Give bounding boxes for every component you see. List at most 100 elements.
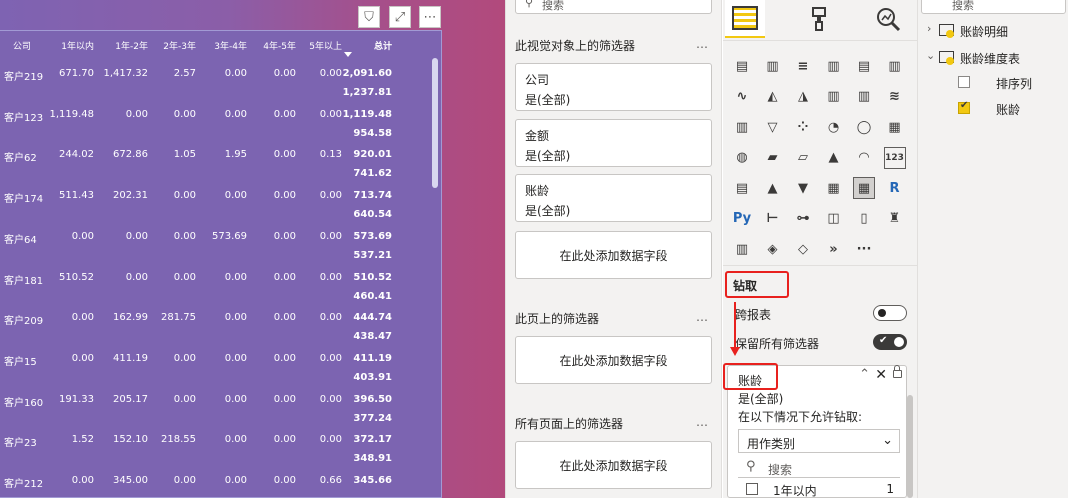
focus-mode-icon[interactable]: ⤢	[389, 6, 411, 28]
table-row[interactable]: 客户64 0.00 0.00 0.00 573.69 0.00 0.00 573.69 537.…	[0, 230, 440, 270]
column-header[interactable]: 公司	[13, 39, 31, 53]
multi-row-card-icon[interactable]: ▤	[731, 177, 753, 199]
table-row[interactable]: 客户15 0.00 411.19 0.00 0.00 0.00 0.00 411.19 403.…	[0, 352, 440, 392]
funnel-icon[interactable]: ▽	[762, 116, 784, 138]
bar-100-icon[interactable]: ▤	[853, 55, 875, 77]
power-automate-icon[interactable]: »	[823, 238, 845, 260]
line-column-icon[interactable]: ▥	[823, 86, 845, 108]
more-icon[interactable]: …	[696, 310, 709, 324]
cross-report-label: 跨报表	[735, 308, 772, 322]
python-visual-icon[interactable]: Py	[731, 208, 753, 230]
treemap-icon[interactable]: ▦	[884, 116, 906, 138]
more-icon[interactable]: …	[696, 37, 709, 51]
format-visual-tab[interactable]	[799, 0, 839, 38]
row-total: 345.66	[353, 475, 392, 486]
filter-card-aging[interactable]: 账龄 是(全部)	[515, 174, 712, 222]
table-row[interactable]: 客户219 671.70 1,417.32 2.57 0.00 0.00 0.00 2,091…	[0, 67, 440, 107]
donut-chart-icon[interactable]: ◯	[853, 116, 875, 138]
close-icon[interactable]: ✕	[875, 367, 887, 383]
row-total: 411.19	[353, 352, 392, 364]
fields-search-input[interactable]: 搜索	[921, 0, 1066, 14]
field-checkbox-aging[interactable]: ✔	[958, 100, 970, 114]
column-header[interactable]: 1年以内	[61, 39, 94, 53]
field-table-aging-detail[interactable]: 账龄明细	[960, 23, 1008, 40]
metrics-icon[interactable]: ♜	[884, 208, 906, 230]
drill-search-input[interactable]: ⚲ 搜索	[738, 458, 900, 478]
map-icon[interactable]: ◍	[731, 147, 753, 169]
field-sort-column[interactable]: 排序列	[996, 75, 1032, 92]
column-header[interactable]: 1年-2年	[115, 39, 148, 53]
column-100-icon[interactable]: ▥	[884, 55, 906, 77]
chevron-down-icon[interactable]: ⌄	[926, 49, 935, 62]
line-chart-icon[interactable]: ∿	[731, 86, 753, 108]
more-visuals-icon[interactable]: ···	[853, 238, 875, 260]
pie-chart-icon[interactable]: ◔	[823, 116, 845, 138]
table-row[interactable]: 客户174 511.43 202.31 0.00 0.00 0.00 0.00 713.74 6…	[0, 189, 440, 229]
filter-card-company[interactable]: 公司 是(全部)	[515, 63, 712, 111]
line-clustered-icon[interactable]: ▥	[853, 86, 875, 108]
collapse-chevron-icon[interactable]: ⌃	[859, 367, 870, 382]
table-row[interactable]: 客户62 244.02 672.86 1.05 1.95 0.00 0.13 920.01 74…	[0, 148, 440, 188]
field-table-aging-dimension[interactable]: 账龄维度表	[960, 50, 1020, 67]
filters-search-input[interactable]: ⚲ 搜索	[515, 0, 712, 14]
column-header[interactable]: 总计	[374, 39, 392, 53]
build-visual-tab[interactable]	[725, 0, 765, 38]
filter-icon[interactable]: ⛉	[358, 6, 380, 28]
add-field-dropzone-all-pages[interactable]: 在此处添加数据字段	[515, 441, 712, 489]
field-checkbox-sort[interactable]	[958, 76, 970, 88]
add-field-dropzone-page[interactable]: 在此处添加数据字段	[515, 336, 712, 384]
clustered-bar-icon[interactable]: ≡	[792, 55, 814, 77]
table-row[interactable]: 客户160 191.33 205.17 0.00 0.00 0.00 0.00 396.50 3…	[0, 393, 440, 433]
arcgis-icon[interactable]: ◈	[762, 238, 784, 260]
chevron-right-icon[interactable]: ›	[927, 22, 931, 35]
card-icon[interactable]: 123	[883, 146, 906, 169]
scatter-icon[interactable]: ⁘	[792, 116, 814, 138]
analytics-tab[interactable]	[868, 0, 908, 38]
column-header[interactable]: 2年-3年	[163, 39, 196, 53]
table-row[interactable]: 客户212 0.00 345.00 0.00 0.00 0.00 0.66 345.66	[0, 474, 440, 498]
ribbon-chart-icon[interactable]: ≋	[884, 86, 906, 108]
r-visual-icon[interactable]: R	[884, 177, 906, 199]
column-header[interactable]: 3年-4年	[214, 39, 247, 53]
clustered-column-icon[interactable]: ▥	[823, 55, 845, 77]
matrix-icon[interactable]: ▦	[853, 177, 875, 199]
pane-scrollbar[interactable]	[907, 395, 913, 498]
lock-icon[interactable]	[893, 365, 902, 378]
waterfall-icon[interactable]: ▥	[731, 116, 753, 138]
more-icon[interactable]: …	[696, 415, 709, 429]
table-row[interactable]: 客户181 510.52 0.00 0.00 0.00 0.00 0.00 510.52 460…	[0, 271, 440, 311]
paginated-report-icon[interactable]: ▥	[731, 238, 753, 260]
stacked-bar-icon[interactable]: ▤	[731, 55, 753, 77]
cross-report-toggle[interactable]	[873, 305, 907, 321]
field-aging[interactable]: 账龄	[996, 101, 1020, 118]
column-header[interactable]: 4年-5年	[263, 39, 296, 53]
stacked-column-icon[interactable]: ▥	[762, 55, 784, 77]
slicer-icon[interactable]: ▼	[792, 177, 814, 199]
filled-map-icon[interactable]: ▰	[762, 147, 784, 169]
table-row[interactable]: 客户23 1.52 152.10 218.55 0.00 0.00 0.00 372.17 34…	[0, 433, 440, 473]
table-row[interactable]: 客户209 0.00 162.99 281.75 0.00 0.00 0.00 444.74 4…	[0, 311, 440, 351]
table-icon[interactable]: ▦	[823, 177, 845, 199]
power-apps-icon[interactable]: ◇	[792, 238, 814, 260]
filter-card-amount[interactable]: 金额 是(全部)	[515, 119, 712, 167]
add-field-dropzone-visual[interactable]: 在此处添加数据字段	[515, 231, 712, 279]
kpi-icon[interactable]: ▲	[762, 177, 784, 199]
area-chart-icon[interactable]: ◭	[762, 86, 784, 108]
gauge-icon[interactable]: ◠	[853, 147, 875, 169]
table-scrollbar[interactable]	[431, 38, 439, 498]
list-item-checkbox[interactable]	[746, 483, 758, 495]
qa-icon[interactable]: ◫	[823, 208, 845, 230]
azure-map-icon[interactable]: ▲	[823, 147, 845, 169]
smart-narrative-icon[interactable]: ▯	[853, 208, 875, 230]
scrollbar-thumb[interactable]	[432, 58, 438, 188]
keep-all-filters-toggle[interactable]: ✔	[873, 334, 907, 350]
decomposition-tree-icon[interactable]: ⊶	[792, 208, 814, 230]
key-influencers-icon[interactable]: ⊢	[762, 208, 784, 230]
more-options-icon[interactable]: ⋯	[419, 6, 441, 28]
column-header[interactable]: 5年以上	[309, 39, 342, 53]
table-row[interactable]: 客户123 1,119.48 0.00 0.00 0.00 0.00 0.00 1,119.4…	[0, 108, 440, 148]
stacked-area-icon[interactable]: ◮	[792, 86, 814, 108]
shape-map-icon[interactable]: ▱	[792, 147, 814, 169]
drill-mode-dropdown[interactable]: 用作类别 ⌄	[738, 429, 900, 453]
sort-descending-icon[interactable]	[344, 52, 352, 57]
